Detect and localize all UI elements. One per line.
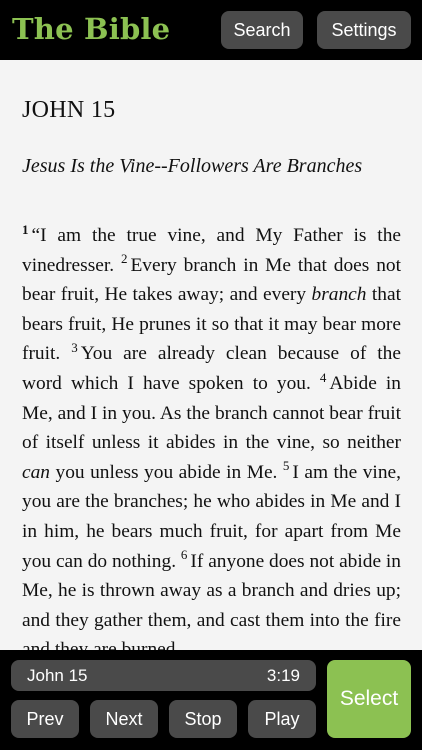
verse-text-segment: branch (311, 284, 367, 306)
verse-number: 3 (71, 339, 78, 355)
reading-pane[interactable]: JOHN 15 Jesus Is the Vine--Followers Are… (0, 60, 422, 650)
settings-button[interactable]: Settings (317, 11, 411, 49)
verse-number: 6 (180, 547, 188, 563)
current-reference: John 15 (27, 666, 88, 685)
verse-number: 1 (22, 221, 29, 237)
playback-time: 3:19 (266, 666, 300, 685)
verse-number: 4 (319, 369, 327, 385)
section-heading: Jesus Is the Vine--Followers Are Branche… (22, 155, 363, 177)
verse-number: 5 (282, 458, 290, 474)
verse-text-segment: can (22, 461, 50, 483)
next-button[interactable]: Next (90, 700, 158, 738)
now-playing-bar: John 15 3:19 (11, 660, 316, 691)
top-bar: The Bible Search Settings (0, 0, 422, 60)
select-button[interactable]: Select (327, 660, 411, 738)
stop-button[interactable]: Stop (169, 700, 237, 738)
play-button[interactable]: Play (248, 700, 316, 738)
verse-text-segment: you unless you abide in Me. (50, 461, 278, 483)
bible-app: The Bible Search Settings JOHN 15 Jesus … (0, 0, 422, 750)
verse-text: 1 “I am the true vine, and My Father is t… (22, 221, 401, 650)
chapter-heading: JOHN 15 (22, 97, 116, 123)
playback-controls: John 15 3:19 Prev Next Stop Play Select (0, 650, 422, 750)
search-button[interactable]: Search (221, 11, 303, 49)
verse-number: 2 (120, 251, 128, 267)
app-title: The Bible (12, 12, 171, 46)
prev-button[interactable]: Prev (11, 700, 79, 738)
